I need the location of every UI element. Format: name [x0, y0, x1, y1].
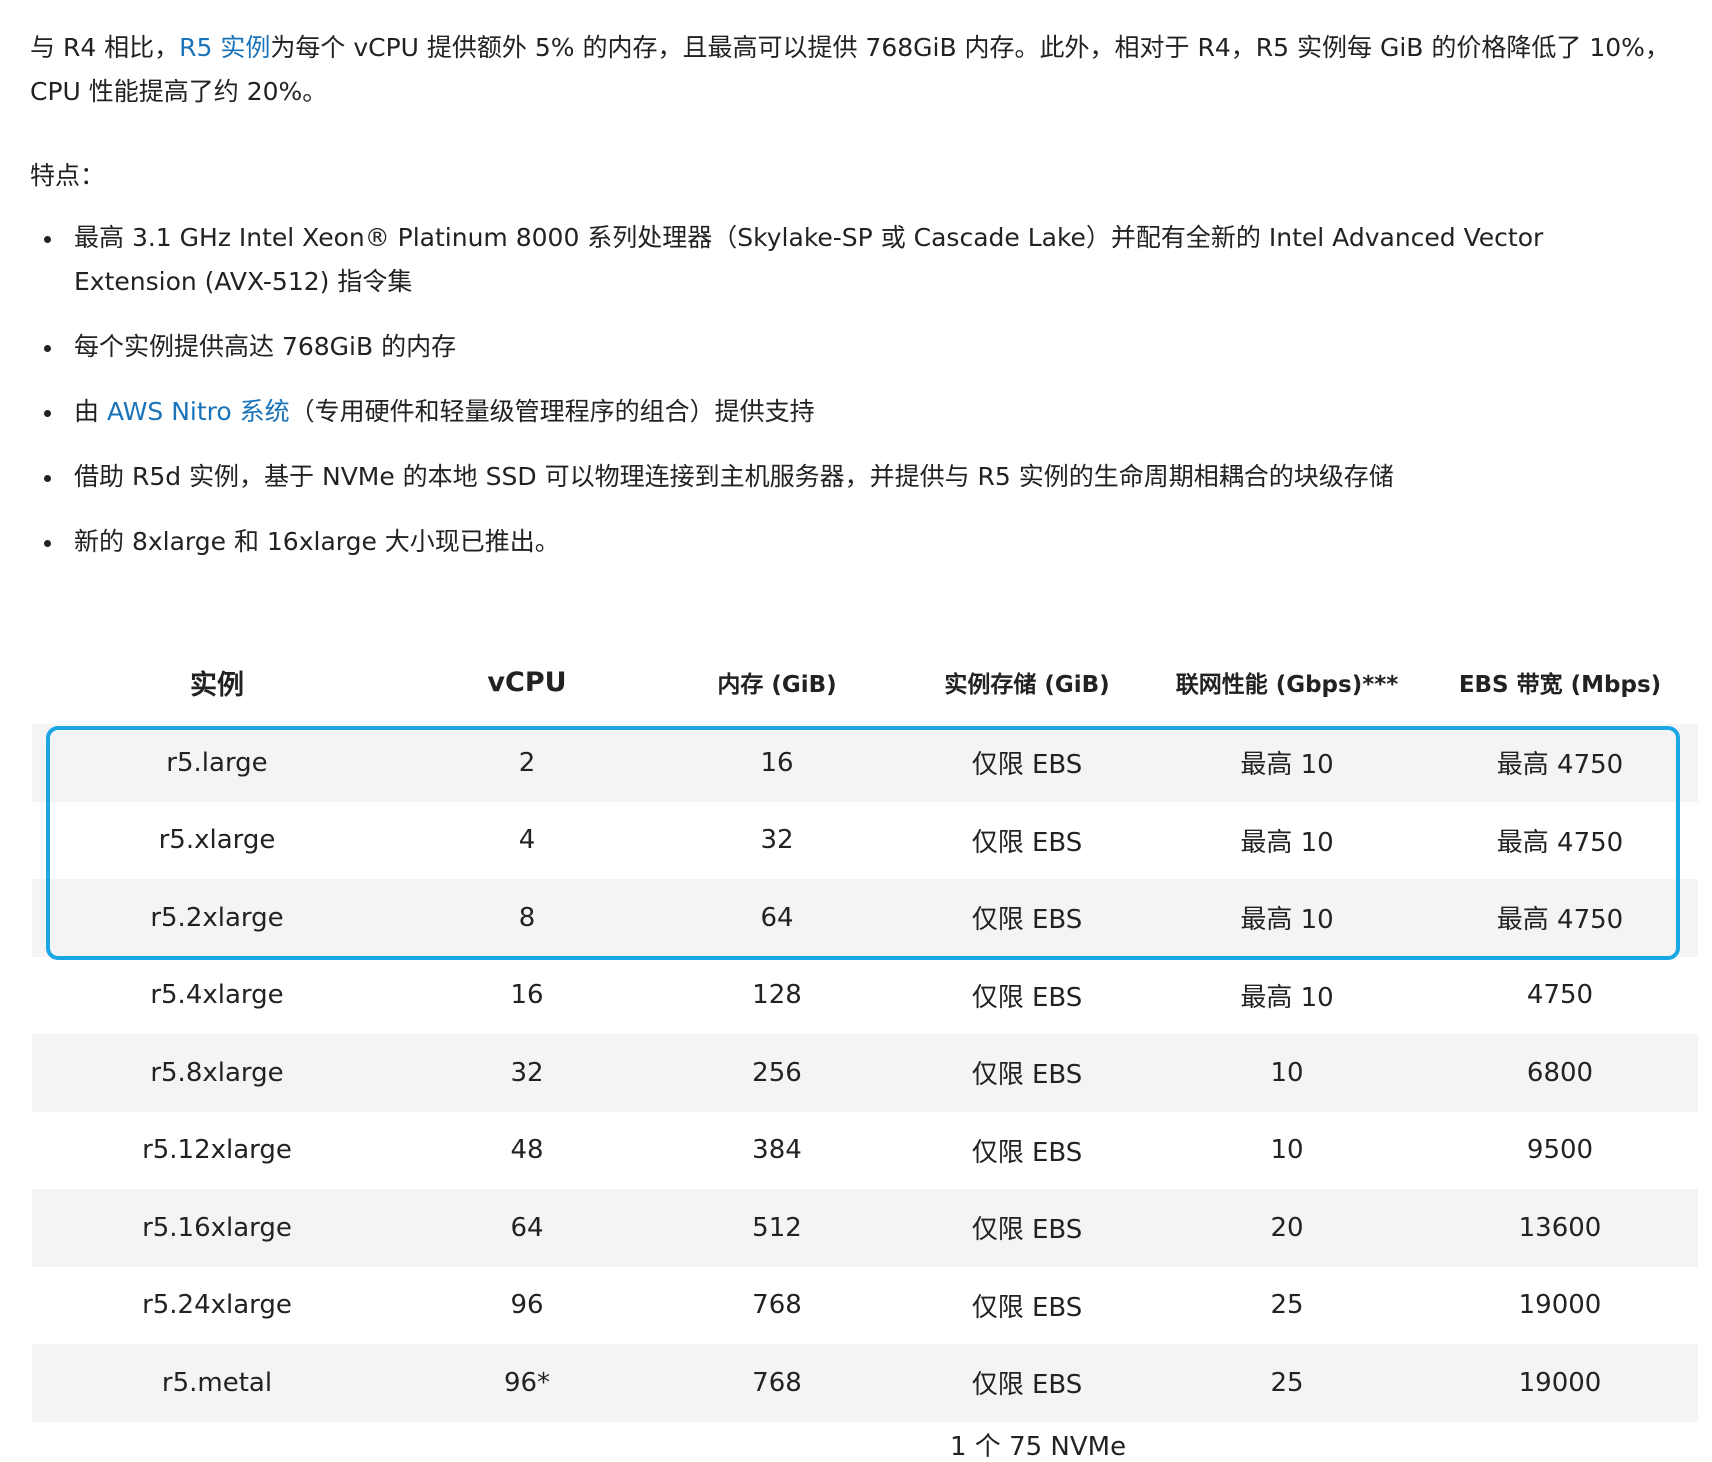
intro-prefix: 与 R4 相比， — [30, 33, 180, 62]
cell-memory: 512 — [652, 1189, 902, 1267]
cell-ebs: 最高 4750 — [1496, 827, 1624, 858]
features-title: 特点： — [30, 161, 106, 190]
header-instance: 实例 — [190, 669, 244, 701]
cell-storage: 仅限 EBS — [971, 1292, 1083, 1323]
feature-item-memory: 每个实例提供高达 768GiB 的内存 — [44, 325, 1700, 369]
instance-spec-table-container: 实例 vCPU 内存 (GiB) 实例存储 (GiB) 联网性能 (Gbps)*… — [32, 640, 1698, 1422]
feature-nitro-prefix: 由 — [74, 397, 107, 426]
cell-ebs: 最高 4750 — [1422, 879, 1698, 957]
features-list: 最高 3.1 GHz Intel Xeon® Platinum 8000 系列处… — [30, 216, 1700, 564]
cell-ebs: 9500 — [1526, 1135, 1594, 1166]
cell-memory: 384 — [752, 1135, 802, 1166]
feature-item-r5d-storage: 借助 R5d 实例，基于 NVMe 的本地 SSD 可以物理连接到主机服务器，并… — [44, 455, 1700, 499]
cell-network: 10 — [1152, 1034, 1422, 1112]
cell-instance: r5.large — [32, 724, 402, 802]
page-content: 与 R4 相比，R5 实例为每个 vCPU 提供额外 5% 的内存，且最高可以提… — [30, 0, 1700, 585]
cell-network: 最高 10 — [1152, 724, 1422, 802]
cell-vcpu: 48 — [510, 1135, 544, 1166]
cell-instance: r5.2xlarge — [32, 879, 402, 957]
cell-vcpu: 96* — [402, 1344, 652, 1422]
cell-network: 25 — [1152, 1344, 1422, 1422]
cell-vcpu: 96 — [510, 1290, 544, 1321]
cell-memory: 32 — [760, 825, 794, 856]
cell-vcpu: 32 — [402, 1034, 652, 1112]
cell-ebs: 19000 — [1518, 1290, 1602, 1321]
cell-network: 10 — [1270, 1135, 1304, 1166]
cell-instance: r5.xlarge — [158, 825, 276, 856]
feature-item-nitro: 由 AWS Nitro 系统（专用硬件和轻量级管理程序的组合）提供支持 — [44, 390, 1700, 434]
cell-storage: 仅限 EBS — [971, 1137, 1083, 1168]
cell-vcpu: 2 — [402, 724, 652, 802]
table-row: r5.4xlarge 16 128 仅限 EBS 最高 10 4750 — [32, 957, 1698, 1035]
cell-vcpu: 8 — [402, 879, 652, 957]
cell-network: 最高 10 — [1152, 879, 1422, 957]
table-row: r5.8xlarge 32 256 仅限 EBS 10 6800 — [32, 1034, 1698, 1112]
table-row: r5.xlarge 4 32 仅限 EBS 最高 10 最高 4750 — [32, 802, 1698, 880]
cell-memory: 64 — [652, 879, 902, 957]
cell-memory: 128 — [752, 980, 802, 1011]
header-vcpu: vCPU — [487, 666, 567, 698]
cell-storage: 仅限 EBS — [971, 827, 1083, 858]
cell-memory: 16 — [652, 724, 902, 802]
header-instance-storage: 实例存储 (GiB) — [944, 672, 1110, 698]
aws-nitro-link[interactable]: AWS Nitro 系统 — [107, 397, 290, 426]
header-network-performance: 联网性能 (Gbps)*** — [1175, 672, 1399, 698]
cell-instance: r5.8xlarge — [32, 1034, 402, 1112]
intro-paragraph: 与 R4 相比，R5 实例为每个 vCPU 提供额外 5% 的内存，且最高可以提… — [30, 26, 1700, 114]
feature-nitro-suffix: （专用硬件和轻量级管理程序的组合）提供支持 — [289, 397, 815, 426]
cell-instance: r5.24xlarge — [142, 1290, 292, 1321]
cell-network: 最高 10 — [1240, 827, 1334, 858]
table-row: r5.12xlarge 48 384 仅限 EBS 10 9500 — [32, 1112, 1698, 1190]
table-row: r5.large 2 16 仅限 EBS 最高 10 最高 4750 — [32, 724, 1698, 802]
cell-network: 最高 10 — [1240, 982, 1334, 1013]
cell-ebs: 4750 — [1526, 980, 1594, 1011]
cell-storage: 仅限 EBS — [902, 1034, 1152, 1112]
cell-ebs: 最高 4750 — [1422, 724, 1698, 802]
table-header-row: 实例 vCPU 内存 (GiB) 实例存储 (GiB) 联网性能 (Gbps)*… — [32, 640, 1698, 724]
cell-network: 20 — [1152, 1189, 1422, 1267]
partial-next-row-text: 1 个 75 NVMe — [950, 1432, 1127, 1462]
cell-network: 25 — [1270, 1290, 1304, 1321]
header-memory: 内存 (GiB) — [717, 672, 837, 698]
cell-vcpu: 16 — [510, 980, 544, 1011]
cell-storage: 仅限 EBS — [902, 1189, 1152, 1267]
cell-instance: r5.metal — [32, 1344, 402, 1422]
instance-spec-table: 实例 vCPU 内存 (GiB) 实例存储 (GiB) 联网性能 (Gbps)*… — [32, 640, 1698, 1422]
cell-vcpu: 4 — [518, 825, 536, 856]
table-row: r5.2xlarge 8 64 仅限 EBS 最高 10 最高 4750 — [32, 879, 1698, 957]
cell-storage: 仅限 EBS — [902, 1344, 1152, 1422]
cell-ebs: 6800 — [1422, 1034, 1698, 1112]
table-row: r5.metal 96* 768 仅限 EBS 25 19000 — [32, 1344, 1698, 1422]
feature-item-processor: 最高 3.1 GHz Intel Xeon® Platinum 8000 系列处… — [44, 216, 1700, 304]
cell-memory: 256 — [652, 1034, 902, 1112]
cell-storage: 仅限 EBS — [902, 879, 1152, 957]
table-row: r5.24xlarge 96 768 仅限 EBS 25 19000 — [32, 1267, 1698, 1345]
cell-instance: r5.16xlarge — [32, 1189, 402, 1267]
cell-ebs: 13600 — [1422, 1189, 1698, 1267]
header-ebs-bandwidth: EBS 带宽 (Mbps) — [1458, 672, 1662, 698]
cell-ebs: 19000 — [1422, 1344, 1698, 1422]
cell-memory: 768 — [652, 1344, 902, 1422]
cell-instance: r5.4xlarge — [150, 980, 284, 1011]
cell-instance: r5.12xlarge — [142, 1135, 292, 1166]
table-row: r5.16xlarge 64 512 仅限 EBS 20 13600 — [32, 1189, 1698, 1267]
cell-vcpu: 64 — [402, 1189, 652, 1267]
cell-memory: 768 — [752, 1290, 802, 1321]
r5-instances-link[interactable]: R5 实例 — [179, 33, 270, 62]
feature-item-new-sizes: 新的 8xlarge 和 16xlarge 大小现已推出。 — [44, 520, 1700, 564]
intro-suffix: 为每个 vCPU 提供额外 5% 的内存，且最高可以提供 768GiB 内存。此… — [30, 33, 1670, 106]
cell-storage: 仅限 EBS — [971, 982, 1083, 1013]
cell-storage: 仅限 EBS — [902, 724, 1152, 802]
